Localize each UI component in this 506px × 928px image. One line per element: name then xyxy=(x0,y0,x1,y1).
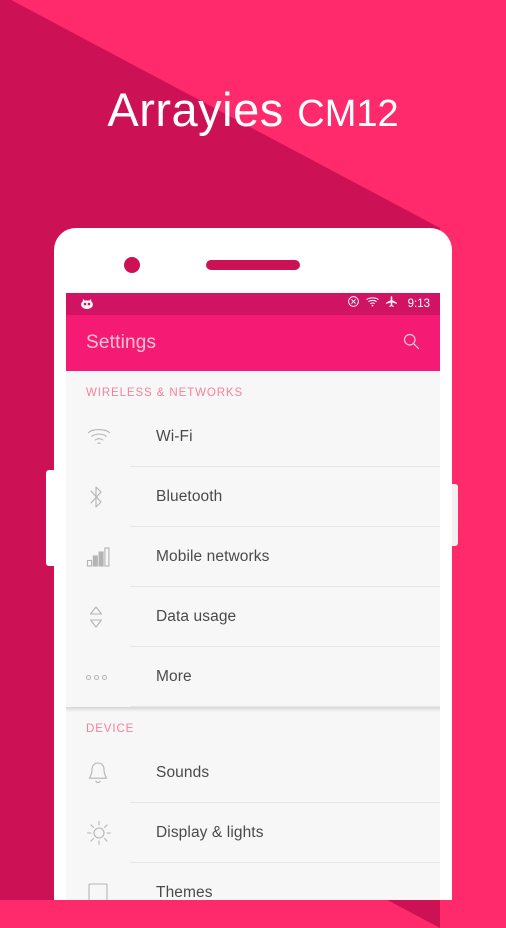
wifi-icon xyxy=(365,295,380,313)
list-item-label: Display & lights xyxy=(130,803,440,863)
list-item-label: Themes xyxy=(156,884,213,900)
front-camera-icon xyxy=(124,257,140,273)
list-item-label: Bluetooth xyxy=(130,467,440,527)
list-item-label: Wi-Fi xyxy=(130,407,440,467)
airplane-mode-icon xyxy=(385,295,398,313)
more-dot xyxy=(102,674,107,680)
list-item-data-usage[interactable]: Data usage xyxy=(66,587,440,647)
brightness-icon xyxy=(86,820,130,846)
themes-icon xyxy=(86,881,130,900)
more-dot xyxy=(86,674,91,680)
page-title-suffix: CM12 xyxy=(297,92,399,135)
signal-bars-icon xyxy=(86,546,130,568)
search-icon xyxy=(401,331,421,356)
earpiece-speaker-icon xyxy=(206,260,300,270)
list-item-label: More xyxy=(130,647,440,707)
status-bar-clock: 9:13 xyxy=(407,298,430,310)
page-title: Arrayies CM12 xyxy=(107,86,398,145)
more-dot xyxy=(94,674,99,680)
list-item-wifi[interactable]: Wi-Fi xyxy=(66,407,440,467)
status-bar-icons: 9:13 xyxy=(347,295,430,313)
search-button[interactable] xyxy=(398,330,424,356)
toolbar-title: Settings xyxy=(86,332,157,353)
page-title-main: Arrayies xyxy=(107,82,284,136)
settings-list[interactable]: WIRELESS & NETWORKS Wi-Fi Bluetooth Mobi… xyxy=(66,371,440,900)
status-bar: 9:13 xyxy=(66,293,440,315)
bell-icon xyxy=(86,760,130,786)
section-header-device: DEVICE xyxy=(86,723,135,735)
data-usage-icon xyxy=(86,604,130,630)
section-wireless-networks: WIRELESS & NETWORKS Wi-Fi Bluetooth Mobi… xyxy=(66,371,440,707)
list-item-mobile-networks[interactable]: Mobile networks xyxy=(66,527,440,587)
app-toolbar: Settings xyxy=(66,315,440,371)
phone-screen: 9:13 Settings WIRELESS & NETWORKS Wi-Fi … xyxy=(66,293,440,900)
more-icon xyxy=(86,674,130,680)
list-item-themes[interactable]: Themes xyxy=(66,863,440,900)
silent-mode-icon xyxy=(347,295,360,313)
list-item-more[interactable]: More xyxy=(66,647,440,707)
bluetooth-icon xyxy=(86,484,130,510)
list-item-bluetooth[interactable]: Bluetooth xyxy=(66,467,440,527)
cyanogenmod-cid-icon xyxy=(80,297,94,311)
section-header-wireless: WIRELESS & NETWORKS xyxy=(86,387,244,399)
list-item-label: Sounds xyxy=(130,743,440,803)
section-device: DEVICE Sounds Display & lights Themes xyxy=(66,707,440,900)
list-item-display-lights[interactable]: Display & lights xyxy=(66,803,440,863)
phone-long-shadow-fill xyxy=(0,255,62,900)
list-item-sounds[interactable]: Sounds xyxy=(66,743,440,803)
wifi-icon xyxy=(86,426,130,448)
list-item-label: Data usage xyxy=(130,587,440,647)
hero-banner: Arrayies CM12 xyxy=(0,0,506,230)
list-item-label: Mobile networks xyxy=(130,527,440,587)
